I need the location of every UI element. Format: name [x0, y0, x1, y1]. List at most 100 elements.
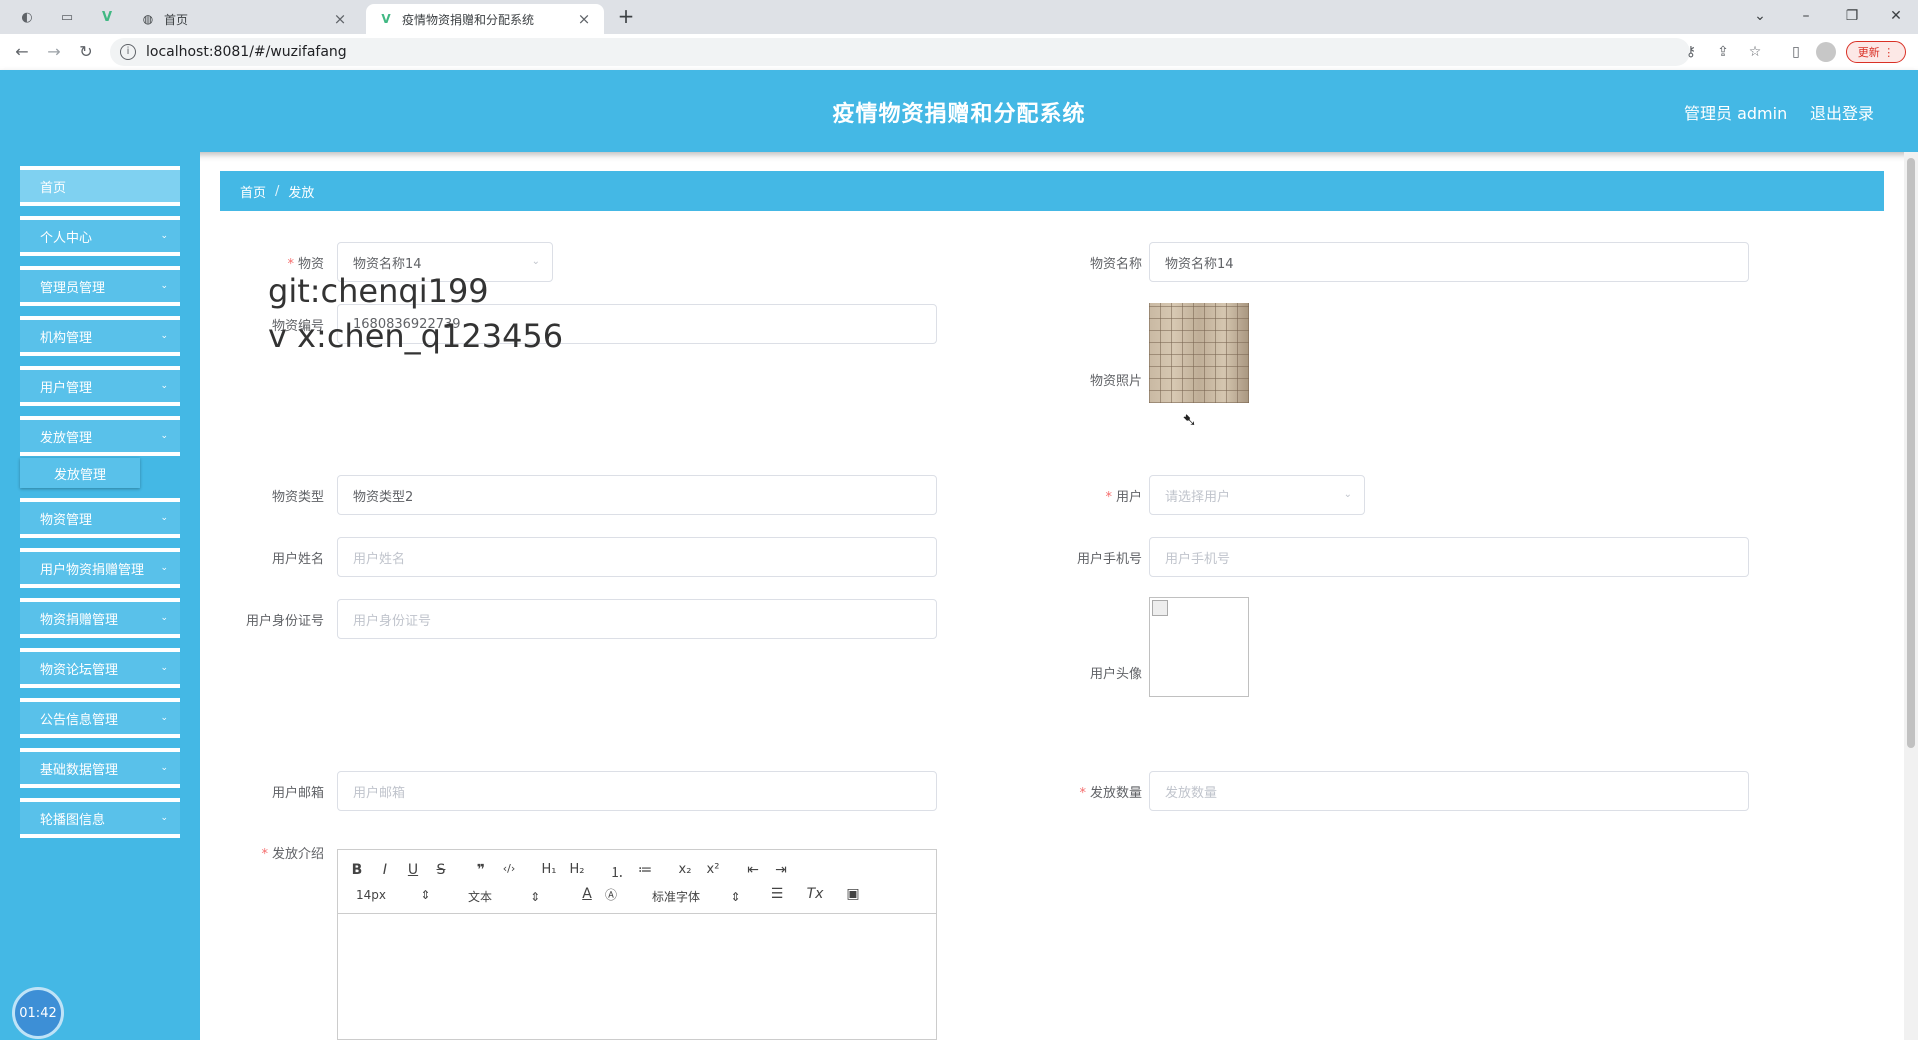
user-phone-field[interactable]: 用户手机号 [1149, 537, 1749, 577]
heading-value: 文本 [468, 890, 493, 904]
required-mark: * [1079, 786, 1086, 801]
scrollbar-thumb[interactable] [1907, 158, 1915, 748]
wuzi-photo[interactable] [1149, 303, 1249, 403]
breadcrumb-home[interactable]: 首页 [240, 182, 266, 201]
minimize-icon[interactable]: – [1786, 4, 1826, 28]
align-icon[interactable]: ☰ [766, 886, 788, 902]
tab-active[interactable]: V 疫情物资捐赠和分配系统 × [366, 4, 604, 34]
italic-icon[interactable]: I [374, 862, 396, 878]
sidebar-item-supplies[interactable]: 物资管理 ⌄ [20, 498, 180, 538]
font-color-icon[interactable]: A [576, 886, 598, 902]
page-scrollbar[interactable] [1904, 152, 1918, 1040]
breadcrumb-separator: / [275, 183, 280, 199]
submenu-label: 发放管理 [53, 467, 106, 483]
qty-field[interactable]: 发放数量 [1149, 771, 1749, 811]
reload-icon[interactable]: ↻ [74, 40, 98, 64]
underline-icon[interactable]: U [402, 862, 424, 878]
info-icon[interactable]: i [120, 44, 136, 60]
h2-icon[interactable]: H₂ [566, 862, 588, 877]
outdent-icon[interactable]: ⇤ [742, 862, 764, 878]
sidebar-item-forum[interactable]: 物资论坛管理 ⌄ [20, 648, 180, 688]
sidebar-item-label: 用户管理 [40, 380, 93, 396]
qty-label-text: 发放数量 [1089, 786, 1142, 801]
image-icon[interactable]: ▣ [842, 886, 864, 902]
logout-link[interactable]: 退出登录 [1810, 100, 1874, 124]
superscript-icon[interactable]: x² [702, 862, 724, 877]
app-header: 疫情物资捐赠和分配系统 管理员 admin 退出登录 [0, 70, 1918, 152]
tab-home[interactable]: ◍ 首页 × [128, 4, 360, 34]
restore-icon[interactable]: ❐ [1832, 4, 1872, 28]
wuzi-type-field[interactable]: 物资类型2 [337, 475, 937, 515]
sidebar-item-users[interactable]: 用户管理 ⌄ [20, 366, 180, 406]
sidebar-item-carousel[interactable]: 轮播图信息 ⌄ [20, 798, 180, 838]
user-avatar-image[interactable] [1149, 597, 1249, 697]
sidebar-item-user-donations[interactable]: 用户物资捐赠管理 ⌄ [20, 548, 180, 588]
back-icon[interactable]: ← [10, 40, 34, 64]
window-close-icon[interactable]: ✕ [1876, 4, 1916, 28]
wuzi-name-label: 物资名称 [1089, 257, 1142, 272]
key-icon[interactable]: ⚷ [1680, 38, 1702, 66]
close-icon[interactable]: × [576, 10, 592, 28]
breadcrumb: 首页 / 发放 [220, 171, 1884, 211]
wuzi-name-field[interactable]: 物资名称14 [1149, 242, 1749, 282]
user-avatar-label: 用户头像 [1089, 667, 1142, 682]
qty-label: * 发放数量 [1042, 782, 1142, 801]
forward-icon[interactable]: → [42, 40, 66, 64]
pinned-tab-icon[interactable]: ◐ [16, 7, 38, 27]
recording-timer[interactable]: 01:42 [12, 987, 64, 1039]
blockquote-icon[interactable]: ❞ [470, 862, 492, 878]
sidebar-item-home[interactable]: 首页 [20, 166, 180, 206]
sidebar-item-admins[interactable]: 管理员管理 ⌄ [20, 266, 180, 306]
update-button[interactable]: 更新 ⋮ [1846, 41, 1906, 63]
sidebar-item-label: 基础数据管理 [40, 762, 119, 778]
close-icon[interactable]: × [332, 10, 348, 28]
sidebar-item-label: 机构管理 [40, 330, 93, 346]
heading-select[interactable]: 文本 ⇕ [468, 888, 540, 905]
star-icon[interactable]: ☆ [1744, 38, 1766, 66]
user-select[interactable]: 请选择用户 ⌄ [1149, 475, 1365, 515]
user-id-field[interactable]: 用户身份证号 [337, 599, 937, 639]
vue-icon: V [381, 12, 391, 26]
photo-texture [1149, 303, 1249, 403]
watermark-line1: git:chenqi199 [268, 272, 489, 310]
chevron-down-icon: ⌄ [160, 513, 168, 523]
font-family-select[interactable]: 标准字体 ⇕ [652, 888, 741, 905]
user-name-field[interactable]: 用户姓名 [337, 537, 937, 577]
sidebar-item-donations[interactable]: 物资捐赠管理 ⌄ [20, 598, 180, 638]
pinned-tab-vue-icon[interactable]: V [96, 7, 118, 27]
profile-avatar[interactable] [1816, 42, 1836, 62]
pinned-tab-blank-icon[interactable]: ▭ [56, 7, 78, 27]
sidebar-item-basedata[interactable]: 基础数据管理 ⌄ [20, 748, 180, 788]
broken-image-icon [1152, 600, 1168, 616]
chevron-down-icon: ⌄ [160, 563, 168, 573]
new-tab-icon[interactable]: + [614, 6, 638, 28]
share-icon[interactable]: ⇪ [1712, 38, 1734, 66]
bold-icon[interactable]: B [346, 862, 368, 878]
user-email-label: 用户邮箱 [271, 786, 324, 801]
indent-icon[interactable]: ⇥ [770, 862, 792, 878]
chevron-down-icon: ⌄ [160, 331, 168, 341]
sidebar-item-institutions[interactable]: 机构管理 ⌄ [20, 316, 180, 356]
update-label: 更新 [1857, 46, 1880, 59]
sidebar-item-label: 首页 [40, 180, 67, 196]
clear-format-icon[interactable]: Tx [804, 886, 826, 902]
sidebar-item-personal[interactable]: 个人中心 ⌄ [20, 216, 180, 256]
background-color-icon[interactable]: Ⓐ [600, 886, 622, 903]
font-size-select[interactable]: 14px ⇕ [356, 888, 430, 902]
h1-icon[interactable]: H₁ [538, 862, 560, 877]
strike-icon[interactable]: S [430, 862, 452, 878]
code-icon[interactable]: ‹/› [498, 862, 520, 875]
address-bar[interactable]: i localhost:8081/#/wuzifafang ⚷ ⇪ ☆ [110, 38, 1761, 66]
subscript-icon[interactable]: x₂ [674, 862, 696, 877]
tab-title: 首页 [164, 12, 189, 27]
side-panel-icon[interactable]: ▯ [1784, 40, 1808, 64]
user-email-field[interactable]: 用户邮箱 [337, 771, 937, 811]
bullet-list-icon[interactable]: ≔ [634, 862, 656, 878]
globe-icon: ◍ [142, 12, 154, 26]
tab-search-icon[interactable]: ⌄ [1740, 4, 1780, 28]
intro-label-text: 发放介绍 [271, 847, 324, 862]
sidebar-item-distribution[interactable]: 发放管理 ⌄ [20, 416, 180, 456]
sidebar-item-notices[interactable]: 公告信息管理 ⌄ [20, 698, 180, 738]
ordered-list-icon[interactable]: ⒈ [606, 862, 628, 882]
submenu-distribution[interactable]: 发放管理 [20, 458, 140, 488]
